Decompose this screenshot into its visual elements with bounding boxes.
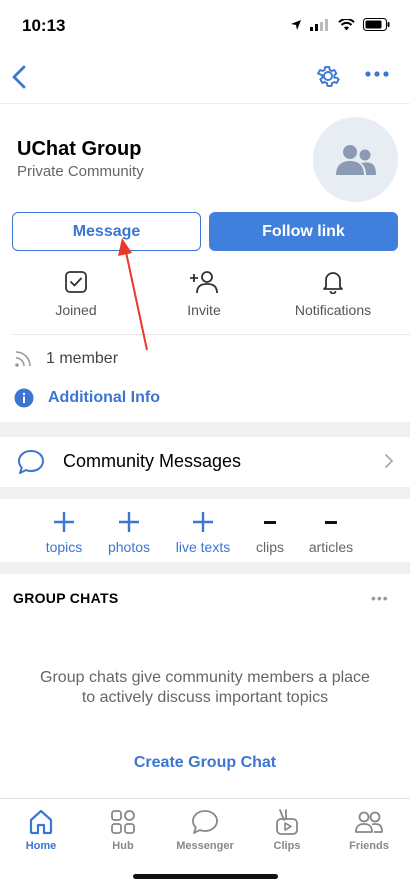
articles-count: articles (296, 510, 366, 555)
back-chevron-icon[interactable] (10, 64, 30, 90)
dash-symbol (325, 520, 337, 524)
tab-clips-label: Clips (273, 840, 301, 852)
battery-icon (363, 18, 390, 31)
home-indicator (133, 874, 278, 879)
chat-bubble-icon (18, 450, 44, 474)
community-name: UChat Group (17, 138, 142, 160)
group-avatar-icon (335, 144, 376, 175)
tab-clips[interactable]: Clips (246, 807, 328, 852)
tab-home-label: Home (25, 840, 57, 852)
member-count: 1 member (46, 350, 119, 367)
section-separator (0, 562, 410, 574)
feed-icon (15, 351, 31, 367)
additional-info-row[interactable]: Additional Info (14, 388, 160, 408)
message-button[interactable]: Message (12, 212, 201, 251)
gear-icon[interactable] (314, 62, 342, 90)
community-messages-label: Community Messages (63, 451, 242, 471)
photos-label: photos (107, 539, 151, 555)
invite-label: Invite (187, 302, 221, 318)
tab-messenger[interactable]: Messenger (164, 807, 246, 852)
divider (12, 334, 410, 335)
content-counts: topics photos live texts clips articles (0, 510, 410, 560)
add-person-icon (190, 271, 218, 294)
location-arrow-icon (291, 19, 301, 30)
notifications-action[interactable]: Notifications (268, 268, 398, 318)
member-count-row[interactable]: 1 member (14, 350, 118, 368)
tab-hub[interactable]: Hub (82, 807, 164, 852)
community-avatar[interactable] (313, 117, 398, 202)
clips-count: clips (235, 510, 305, 555)
invite-action[interactable]: Invite (139, 268, 269, 318)
status-bar: 10:13 (0, 0, 410, 50)
group-chats-header: GROUP CHATS (13, 590, 119, 606)
community-type: Private Community (17, 163, 144, 180)
dash-symbol (264, 520, 276, 524)
status-time: 10:13 (22, 16, 66, 35)
live-texts-label: live texts (175, 539, 231, 555)
live-texts-count[interactable]: live texts (168, 510, 238, 555)
tab-messenger-label: Messenger (176, 840, 234, 852)
grid-icon (111, 810, 135, 834)
plus-icon (119, 512, 139, 532)
info-icon (14, 388, 34, 408)
tab-friends[interactable]: Friends (328, 807, 410, 852)
section-separator (0, 422, 410, 437)
create-group-chat-link[interactable]: Create Group Chat (0, 754, 410, 772)
tab-friends-label: Friends (349, 840, 389, 852)
chat-icon (192, 810, 218, 834)
clips-icon (276, 809, 298, 835)
group-chats-menu-icon[interactable]: ••• (371, 590, 389, 606)
articles-label: articles (308, 539, 354, 555)
clips-label: clips (255, 539, 284, 555)
friends-icon (355, 811, 383, 833)
additional-info-label: Additional Info (48, 389, 160, 406)
signal-icon (310, 18, 328, 31)
plus-icon (54, 512, 74, 532)
topics-count[interactable]: topics (29, 510, 99, 555)
home-icon (29, 809, 53, 835)
tab-home[interactable]: Home (0, 807, 82, 852)
status-icons (290, 18, 390, 31)
more-options-icon[interactable] (364, 70, 390, 78)
notifications-label: Notifications (294, 302, 372, 318)
community-header: UChat Group Private Community (0, 104, 410, 209)
section-separator (0, 487, 410, 499)
nav-bar (0, 50, 410, 104)
topics-label: topics (45, 539, 83, 555)
joined-label: Joined (55, 302, 97, 318)
community-messages-row[interactable]: Community Messages (0, 437, 410, 487)
follow-link-button[interactable]: Follow link (209, 212, 398, 251)
wifi-icon (338, 18, 355, 30)
checkbox-icon (65, 271, 87, 293)
tab-hub-label: Hub (112, 840, 134, 852)
photos-count[interactable]: photos (94, 510, 164, 555)
joined-action[interactable]: Joined (11, 268, 141, 318)
bell-icon (323, 272, 343, 294)
chevron-right-icon (385, 454, 394, 468)
plus-icon (193, 512, 213, 532)
group-chats-description: Group chats give community members a pla… (40, 669, 370, 706)
